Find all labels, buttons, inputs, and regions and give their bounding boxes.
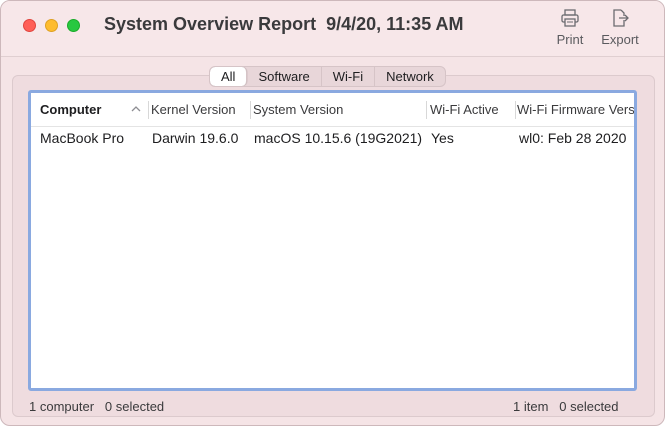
- table-header: Computer Kernel Version System Version W…: [31, 93, 634, 127]
- title-bar: System Overview Report 9/4/20, 11:35 AM …: [1, 1, 664, 57]
- column-header-wifi-firmware-version[interactable]: Wi-Fi Firmware Vers: [517, 93, 634, 127]
- close-button[interactable]: [23, 19, 36, 32]
- export-button[interactable]: Export: [595, 9, 645, 53]
- column-header-kernel-version[interactable]: Kernel Version: [151, 93, 249, 127]
- column-header-system-version[interactable]: System Version: [253, 93, 425, 127]
- window-timestamp: 9/4/20, 11:35 AM: [326, 14, 464, 34]
- report-table[interactable]: Computer Kernel Version System Version W…: [28, 90, 637, 391]
- footer-left-selected: 0 selected: [104, 399, 165, 414]
- report-window: System Overview Report 9/4/20, 11:35 AM …: [0, 0, 665, 426]
- minimize-button[interactable]: [45, 19, 58, 32]
- footer-computer-count: 1 computer: [29, 399, 95, 414]
- tab-software[interactable]: Software: [247, 67, 322, 86]
- column-divider[interactable]: [250, 101, 251, 119]
- print-button[interactable]: Print: [545, 9, 595, 53]
- chevron-up-icon[interactable]: [131, 105, 141, 113]
- printer-icon: [561, 9, 579, 27]
- cell-system-version: macOS 10.15.6 (19G2021): [254, 130, 423, 146]
- footer-left-status: 1 computer 0 selected: [29, 399, 164, 414]
- column-header-wifi-active[interactable]: Wi-Fi Active: [430, 93, 514, 127]
- category-tabs: All Software Wi-Fi Network: [209, 66, 446, 87]
- cell-wifi-firmware-version: wl0: Feb 28 2020: [519, 130, 627, 146]
- zoom-button[interactable]: [67, 19, 80, 32]
- print-label: Print: [556, 32, 584, 47]
- footer-item-count: 1 item: [513, 399, 549, 414]
- cell-kernel-version: Darwin 19.6.0: [152, 130, 239, 146]
- column-divider[interactable]: [148, 101, 149, 119]
- footer-right-status: 1 item 0 selected: [513, 399, 619, 414]
- tab-network[interactable]: Network: [375, 67, 445, 86]
- tab-wifi[interactable]: Wi-Fi: [322, 67, 376, 86]
- cell-wifi-active: Yes: [431, 130, 454, 146]
- window-title-text: System Overview Report: [104, 14, 317, 34]
- footer-right-selected: 0 selected: [559, 399, 619, 414]
- export-label: Export: [601, 32, 639, 47]
- window-title: System Overview Report 9/4/20, 11:35 AM: [104, 14, 464, 35]
- cell-computer: MacBook Pro: [40, 130, 125, 146]
- column-divider[interactable]: [515, 101, 516, 119]
- table-row[interactable]: MacBook Pro Darwin 19.6.0 macOS 10.15.6 …: [31, 127, 634, 149]
- tab-all[interactable]: All: [210, 67, 248, 86]
- export-icon: [613, 9, 629, 27]
- column-divider[interactable]: [426, 101, 427, 119]
